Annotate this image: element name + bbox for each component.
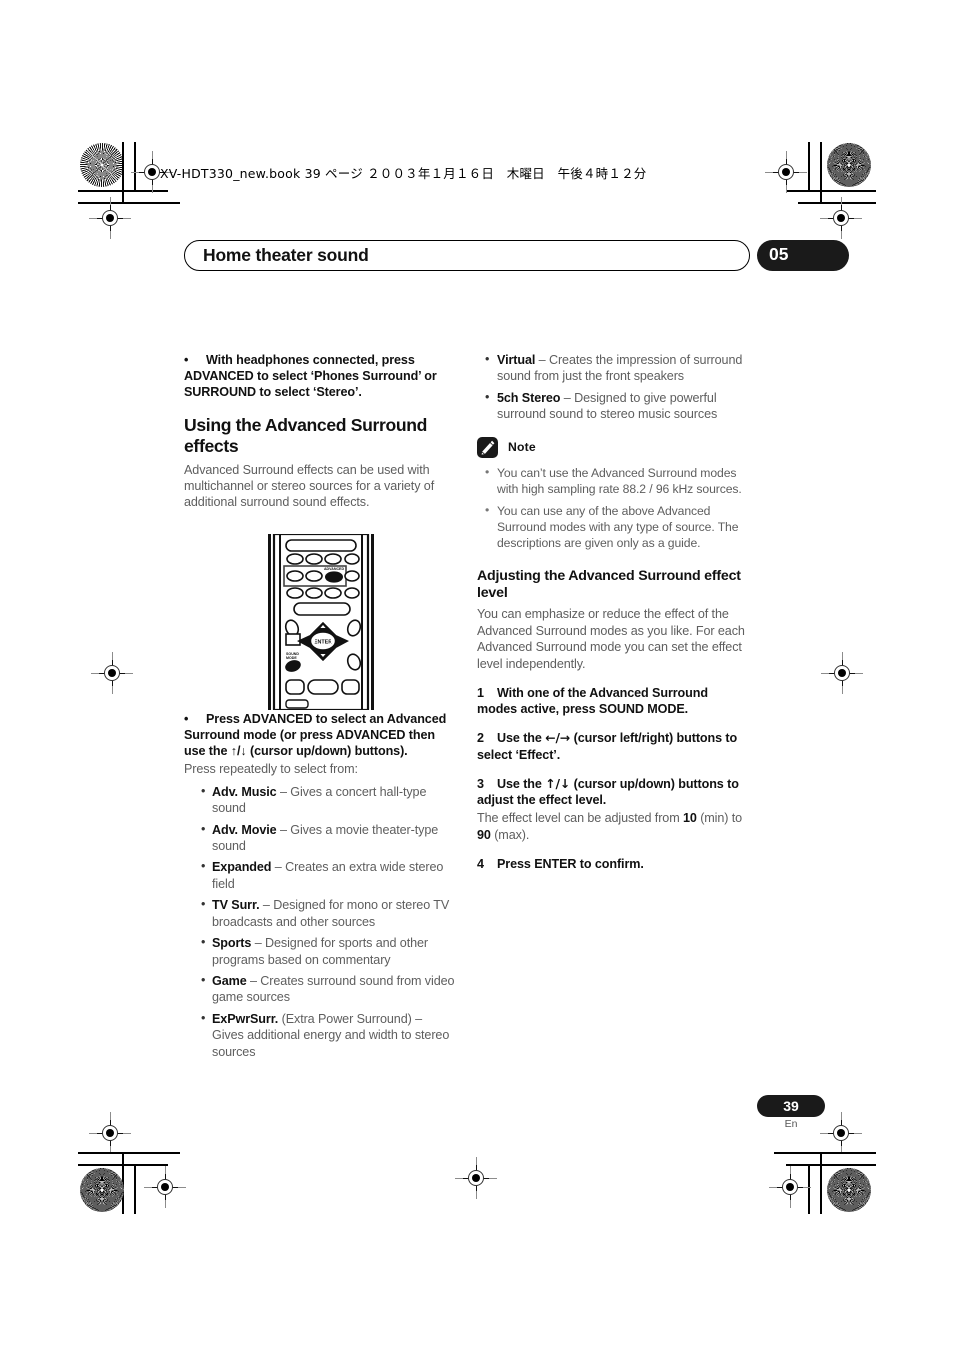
registration-target-left-middle: [91, 652, 133, 694]
mode-name: ExPwrSurr.: [212, 1011, 279, 1026]
surround-mode-list-continued: Virtual – Creates the impression of surr…: [477, 351, 749, 423]
bullet-glyph: •: [184, 353, 189, 367]
chapter-number-label: 05: [769, 244, 789, 264]
mode-name: Expanded: [212, 860, 272, 875]
note-header: Note: [477, 436, 749, 458]
effect-range-post: (max).: [490, 827, 530, 842]
step-number: 1: [477, 686, 484, 701]
running-head-bar: Home theater sound: [184, 240, 750, 271]
mode-desc: – Creates surround sound from video game…: [212, 973, 455, 1005]
cursor-left-right-arrows-icon: ←/→: [545, 730, 571, 746]
pencil-icon: [477, 436, 498, 458]
list-item: TV Surr. – Designed for mono or stereo T…: [201, 896, 456, 930]
svg-text:ADVANCED: ADVANCED: [324, 567, 345, 571]
mode-name: Adv. Music: [212, 784, 277, 799]
effect-range-mid: (min) to: [696, 811, 743, 826]
book-file-slug: XV-HDT330_new.book 39 ページ ２００３年１月１６日 木曜日…: [160, 166, 647, 181]
press-advanced-bullet: • Press ADVANCED to select an Advanced Su…: [184, 711, 456, 760]
registration-target-right-middle: [821, 652, 863, 694]
list-item: 5ch Stereo – Designed to give powerful s…: [485, 389, 749, 423]
list-item: Adv. Movie – Gives a movie theater-type …: [201, 821, 456, 855]
pencil-icon-svg: [481, 440, 495, 455]
note-label: Note: [508, 440, 536, 455]
registration-starburst-top-left: [80, 143, 124, 187]
step-number: 4: [477, 857, 484, 872]
list-item: Expanded – Creates an extra wide stereo …: [201, 858, 456, 892]
mode-name: Sports: [212, 936, 252, 951]
surround-mode-list: Adv. Music – Gives a concert hall-type s…: [184, 783, 456, 1060]
intro-paragraph: Advanced Surround effects can be used wi…: [184, 462, 435, 510]
mode-name: Virtual: [497, 353, 536, 367]
adjust-intro-paragraph: You can emphasize or reduce the effect o…: [477, 607, 745, 671]
step-text-pre: Use the: [497, 731, 546, 746]
page-title: Home theater sound: [203, 245, 369, 265]
registration-target-right-lower: [820, 1112, 862, 1154]
step-number: 3: [477, 776, 484, 791]
list-item: You can use any of the above Advanced Su…: [485, 502, 749, 552]
step-1: 1 With one of the Advanced Surround modes…: [477, 685, 749, 717]
step-2: 2 Use the ←/→ (cursor left/right) buttons…: [477, 730, 749, 762]
svg-text:ENTER: ENTER: [314, 640, 332, 646]
chapter-number-badge: 05: [757, 240, 849, 271]
headphones-bullet: • With headphones connected, press ADVANC…: [184, 352, 456, 401]
press-repeatedly-text: Press repeatedly to select from:: [184, 762, 358, 777]
mode-name: 5ch Stereo: [497, 390, 561, 405]
page-number-badge: 39: [757, 1095, 825, 1117]
registration-target-bottom-right-inner: [769, 1166, 811, 1208]
step-text: With one of the Advanced Surround modes …: [477, 686, 708, 717]
effect-level-min: 10: [682, 811, 697, 826]
press-advanced-bullet-text: Press ADVANCED to select an Advanced Sur…: [184, 711, 447, 759]
step-3-description: The effect level can be adjusted from 10…: [477, 810, 749, 843]
registration-target-left-upper: [89, 197, 131, 239]
step-text: Press ENTER to confirm.: [497, 857, 644, 872]
mode-name: Adv. Movie: [212, 822, 277, 837]
list-item: ExPwrSurr. (Extra Power Surround) – Give…: [201, 1010, 456, 1060]
registration-target-left-lower: [89, 1112, 131, 1154]
section-heading-using-advanced-surround: Using the Advanced Surround effects: [184, 414, 428, 456]
registration-starburst-bottom-left: [80, 1168, 124, 1212]
list-item: You can’t use the Advanced Surround mode…: [485, 464, 749, 497]
right-text-column: Virtual – Creates the impression of surr…: [477, 351, 749, 874]
list-item: Adv. Music – Gives a concert hall-type s…: [201, 783, 456, 817]
step-4: 4 Press ENTER to confirm.: [477, 856, 749, 872]
svg-text:MODE: MODE: [286, 656, 297, 660]
section-heading-adjusting-effect-level: Adjusting the Advanced Surround effect l…: [477, 567, 741, 602]
step-text-pre: Use the: [497, 776, 546, 791]
registration-starburst-bottom-right: [827, 1168, 871, 1212]
remote-control-illustration: ADVANCED SOUND MODE ENTER: [262, 532, 380, 712]
registration-target-bottom-left-inner: [144, 1166, 186, 1208]
advanced-button-highlight: [325, 571, 343, 583]
registration-starburst-top-right: [827, 143, 871, 187]
effect-range-pre: The effect level can be adjusted from: [477, 811, 683, 826]
mode-name: TV Surr.: [212, 898, 260, 913]
registration-target-top-right-inner: [765, 151, 807, 193]
page-language-label: En: [784, 1118, 798, 1130]
remote-control-svg: ADVANCED SOUND MODE ENTER: [268, 532, 374, 712]
note-list: You can’t use the Advanced Surround mode…: [477, 464, 749, 552]
list-item: Virtual – Creates the impression of surr…: [485, 351, 749, 385]
registration-target-bottom-center: [455, 1157, 497, 1199]
list-item: Sports – Designed for sports and other p…: [201, 934, 456, 968]
effect-level-max: 90: [477, 827, 491, 842]
list-item: Game – Creates surround sound from video…: [201, 972, 456, 1006]
headphones-bullet-text: With headphones connected, press ADVANCE…: [184, 353, 437, 400]
step-number: 2: [477, 731, 484, 746]
step-3: 3 Use the ↑/↓ (cursor up/down) buttons to…: [477, 776, 749, 808]
cursor-up-down-arrows-icon: ↑/↓: [545, 775, 571, 791]
bullet-glyph: •: [184, 711, 189, 726]
registration-target-right-upper: [820, 197, 862, 239]
page-number: 39: [783, 1098, 799, 1114]
mode-name: Game: [212, 973, 247, 988]
